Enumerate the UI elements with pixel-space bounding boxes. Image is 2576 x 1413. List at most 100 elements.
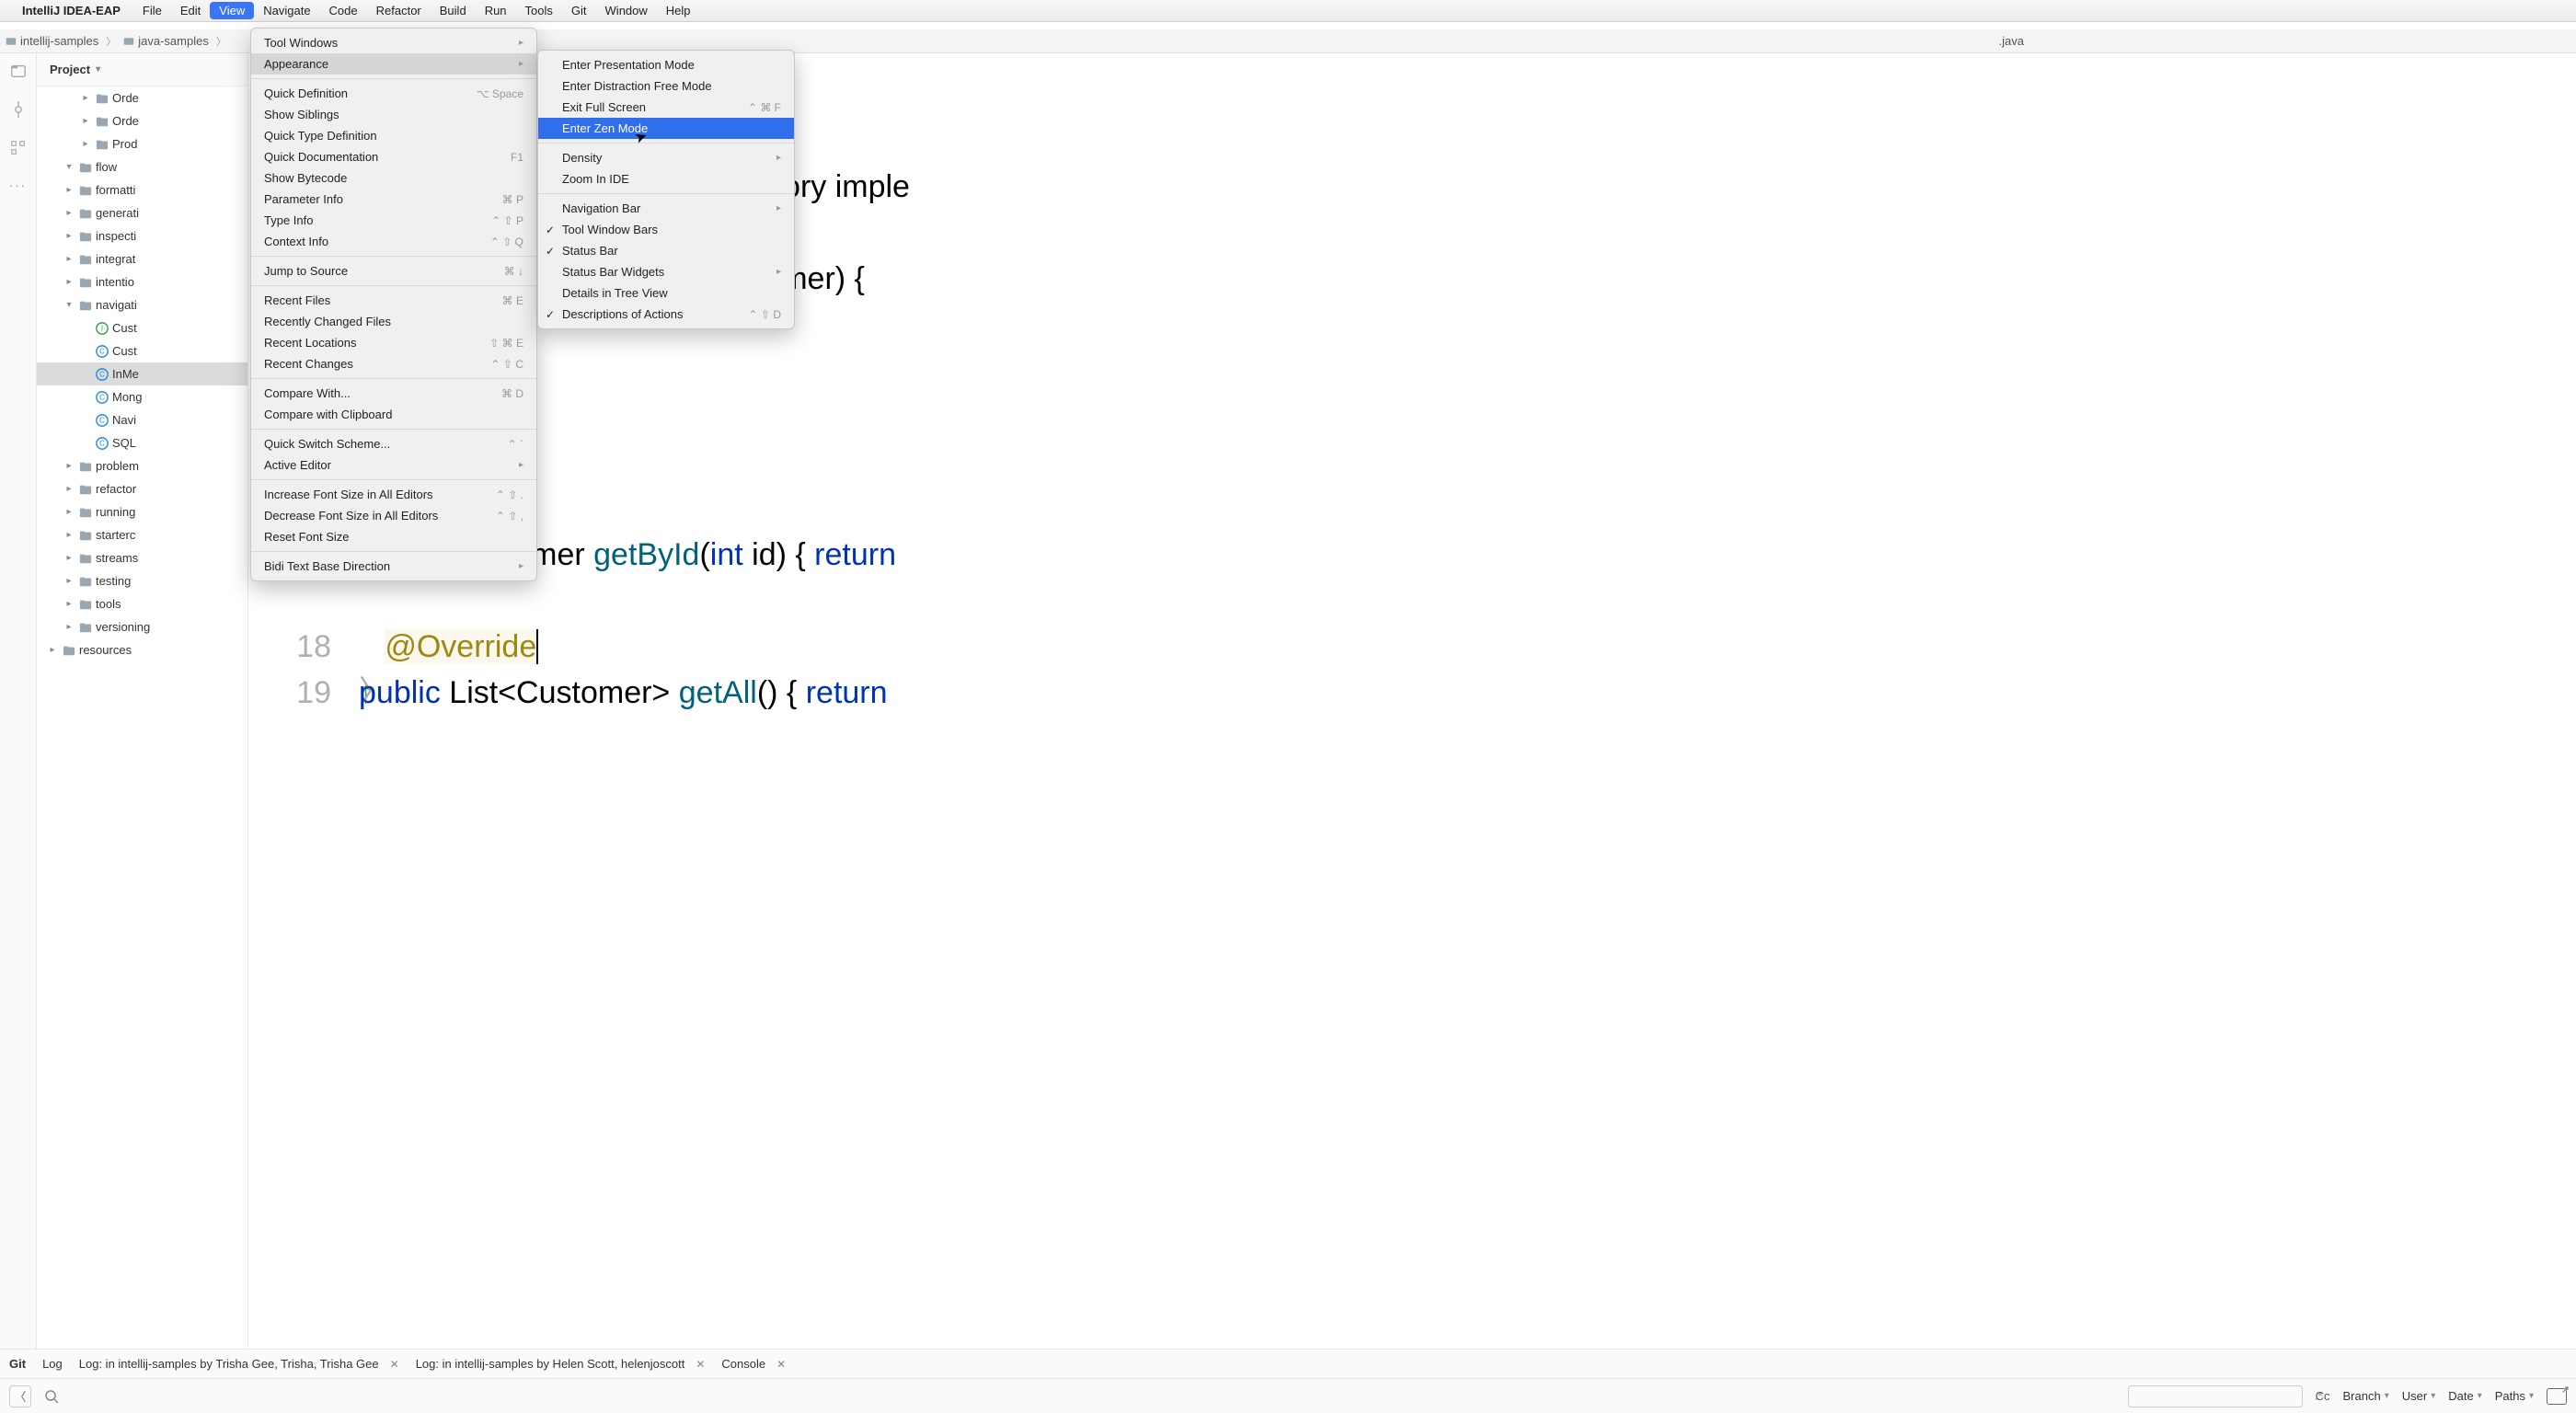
menu-item[interactable]: Context Info⌃ ⇧ Q — [251, 231, 536, 252]
menu-item[interactable]: Type Info⌃ ⇧ P — [251, 210, 536, 231]
tree-node[interactable]: ▾navigati — [37, 293, 247, 316]
menu-run[interactable]: Run — [476, 2, 516, 19]
console-tab[interactable]: Console✕ — [721, 1357, 786, 1371]
tree-node[interactable]: ▾flow — [37, 155, 247, 178]
submenu-item[interactable]: Enter Zen Mode — [538, 118, 794, 139]
tree-node[interactable]: ICust — [37, 316, 247, 339]
submenu-item[interactable]: Status Bar Widgets▸ — [538, 261, 794, 282]
menu-window[interactable]: Window — [596, 2, 657, 19]
submenu-item[interactable]: Zoom In IDE — [538, 168, 794, 190]
menu-item[interactable]: Jump to Source⌘ ↓ — [251, 260, 536, 281]
tree-node[interactable]: CSQL — [37, 431, 247, 454]
menu-view[interactable]: View — [210, 2, 254, 19]
tree-node[interactable]: ▸integrat — [37, 247, 247, 270]
menu-item[interactable]: Show Bytecode — [251, 167, 536, 189]
menu-item[interactable]: Decrease Font Size in All Editors⌃ ⇧ , — [251, 505, 536, 526]
back-button[interactable]: 〈 — [9, 1385, 31, 1407]
tree-node[interactable]: ▸problem — [37, 454, 247, 477]
more-tools-icon[interactable]: ··· — [9, 178, 27, 192]
tree-node[interactable]: CInMe — [37, 362, 247, 385]
tree-node[interactable]: ▸tools — [37, 592, 247, 615]
menu-item[interactable]: Quick Type Definition — [251, 125, 536, 146]
commit-tool-icon[interactable] — [10, 101, 27, 118]
close-icon[interactable]: ✕ — [776, 1358, 786, 1371]
menu-item[interactable]: Quick Definition⌥ Space — [251, 83, 536, 104]
menu-item[interactable]: Recently Changed Files — [251, 311, 536, 332]
tree-node[interactable]: ▸intentio — [37, 270, 247, 293]
menu-item[interactable]: Quick Switch Scheme...⌃ ` — [251, 433, 536, 454]
tree-node[interactable]: ▸refactor — [37, 477, 247, 500]
menu-build[interactable]: Build — [431, 2, 476, 19]
appearance-submenu[interactable]: Enter Presentation ModeEnter Distraction… — [537, 50, 795, 329]
search-field[interactable] — [2142, 1389, 2304, 1403]
tree-node[interactable]: ▸Orde — [37, 86, 247, 109]
menu-item[interactable]: Compare with Clipboard — [251, 404, 536, 425]
app-name[interactable]: IntelliJ IDEA-EAP — [22, 4, 121, 17]
tree-node[interactable]: CMong — [37, 385, 247, 408]
tree-node[interactable]: ▸inspecti — [37, 224, 247, 247]
submenu-item[interactable]: ✓Tool Window Bars — [538, 219, 794, 240]
menu-refactor[interactable]: Refactor — [367, 2, 431, 19]
tree-node[interactable]: ▸generati — [37, 201, 247, 224]
date-filter[interactable]: Date ▾ — [2448, 1389, 2482, 1403]
search-input[interactable]: .* — [2128, 1385, 2303, 1407]
tree-node[interactable]: ▸Orde — [37, 109, 247, 132]
menu-item[interactable]: Parameter Info⌘ P — [251, 189, 536, 210]
submenu-item[interactable]: ✓Descriptions of Actions⌃ ⇧ D — [538, 304, 794, 325]
menu-item[interactable]: Appearance▸ — [251, 53, 536, 75]
submenu-item[interactable]: Exit Full Screen⌃ ⌘ F — [538, 97, 794, 118]
menu-navigate[interactable]: Navigate — [254, 2, 319, 19]
submenu-item[interactable]: Enter Presentation Mode — [538, 54, 794, 75]
menu-item[interactable]: Compare With...⌘ D — [251, 383, 536, 404]
log-tab[interactable]: Log — [42, 1357, 63, 1371]
log-tab-2[interactable]: Log: in intellij-samples by Helen Scott,… — [416, 1357, 706, 1371]
menu-item[interactable]: Active Editor▸ — [251, 454, 536, 476]
menu-edit[interactable]: Edit — [171, 2, 210, 19]
tree-node[interactable]: CNavi — [37, 408, 247, 431]
tree-node[interactable]: ▸starterc — [37, 523, 247, 546]
paths-filter[interactable]: Paths ▾ — [2495, 1389, 2534, 1403]
submenu-item[interactable]: Navigation Bar▸ — [538, 198, 794, 219]
tree-node[interactable]: ▸running — [37, 500, 247, 523]
submenu-item[interactable]: Enter Distraction Free Mode — [538, 75, 794, 97]
close-icon[interactable]: ✕ — [390, 1358, 399, 1371]
menu-tools[interactable]: Tools — [516, 2, 562, 19]
view-menu[interactable]: Tool Windows▸Appearance▸ Quick Definition… — [250, 28, 537, 581]
tree-node[interactable]: ▸resources — [37, 638, 247, 661]
menu-code[interactable]: Code — [320, 2, 367, 19]
menu-item[interactable]: Recent Changes⌃ ⇧ C — [251, 353, 536, 374]
submenu-item[interactable]: Density▸ — [538, 147, 794, 168]
log-tab-1[interactable]: Log: in intellij-samples by Trisha Gee, … — [79, 1357, 399, 1371]
project-tool-icon[interactable] — [10, 63, 27, 79]
submenu-item[interactable]: Details in Tree View — [538, 282, 794, 304]
breadcrumb-item[interactable]: intellij-samples — [0, 34, 104, 48]
user-filter[interactable]: User ▾ — [2402, 1389, 2435, 1403]
menu-help[interactable]: Help — [657, 2, 700, 19]
tree-node[interactable]: ▸streams — [37, 546, 247, 569]
open-new-tab-icon[interactable] — [2547, 1388, 2567, 1405]
submenu-item[interactable]: ✓Status Bar — [538, 240, 794, 261]
menu-item[interactable]: Reset Font Size — [251, 526, 536, 547]
branch-filter[interactable]: Branch ▾ — [2343, 1389, 2389, 1403]
tree-node[interactable]: ▸formatti — [37, 178, 247, 201]
tree-node[interactable]: ▸Prod — [37, 132, 247, 155]
menu-item[interactable]: Bidi Text Base Direction▸ — [251, 556, 536, 577]
structure-tool-icon[interactable] — [10, 140, 27, 156]
project-tree[interactable]: ▸Orde▸Orde▸Prod▾flow▸formatti▸generati▸i… — [37, 86, 248, 1349]
menu-file[interactable]: File — [133, 2, 171, 19]
project-panel-header[interactable]: Project ▾ — [37, 53, 248, 86]
tree-node[interactable]: CCust — [37, 339, 247, 362]
menu-item[interactable]: Show Siblings — [251, 104, 536, 125]
menu-item[interactable]: Recent Files⌘ E — [251, 290, 536, 311]
case-toggle[interactable]: Cc — [2316, 1389, 2330, 1403]
git-tab[interactable]: Git — [9, 1357, 26, 1371]
menu-item[interactable]: Quick DocumentationF1 — [251, 146, 536, 167]
menu-item[interactable]: Increase Font Size in All Editors⌃ ⇧ . — [251, 484, 536, 505]
search-icon[interactable] — [44, 1389, 59, 1404]
close-icon[interactable]: ✕ — [696, 1358, 705, 1371]
breadcrumb-item[interactable]: java-samples — [118, 34, 214, 48]
tree-node[interactable]: ▸testing — [37, 569, 247, 592]
menu-item[interactable]: Recent Locations⇧ ⌘ E — [251, 332, 536, 353]
menu-git[interactable]: Git — [562, 2, 596, 19]
menu-item[interactable]: Tool Windows▸ — [251, 32, 536, 53]
